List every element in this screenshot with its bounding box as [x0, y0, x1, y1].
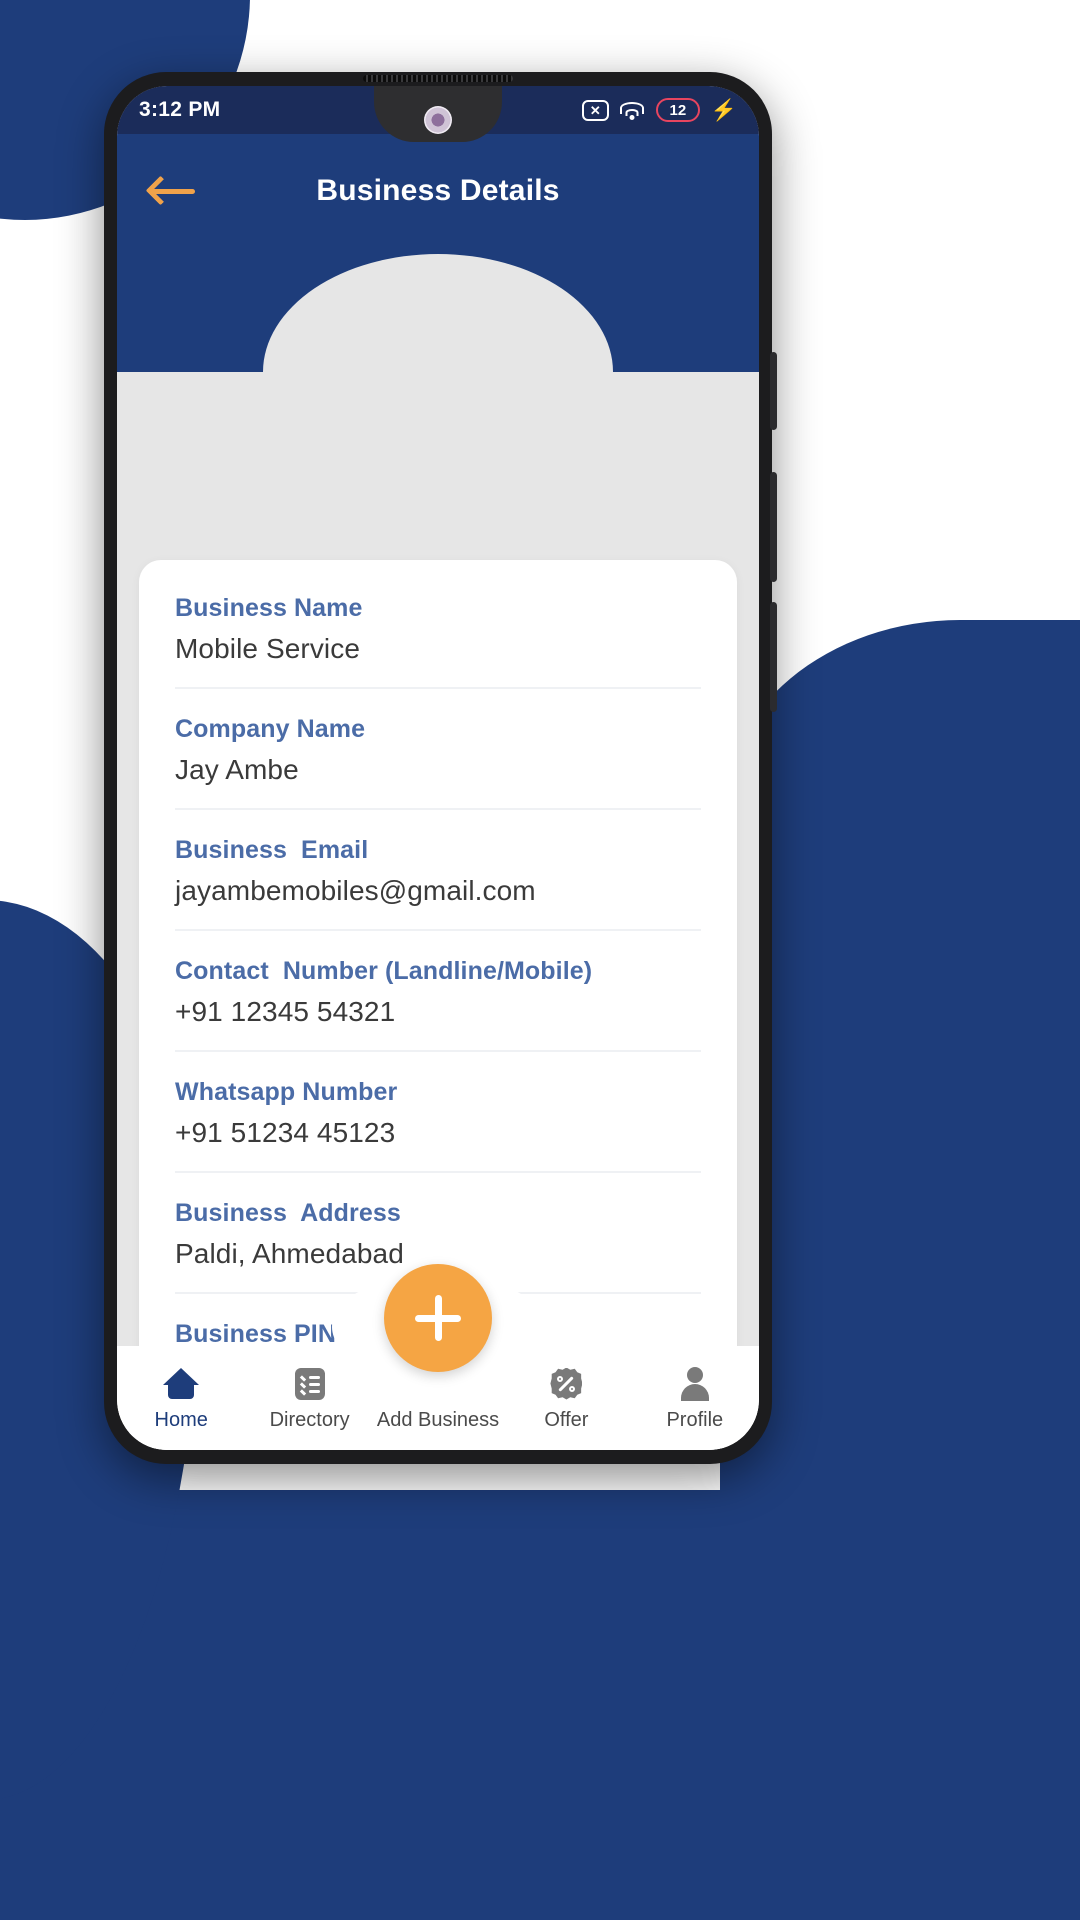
phone-screen: 3:12 PM ✕ 12 ⚡ Business Details Business…: [117, 86, 759, 1450]
field-label: Business Name: [175, 594, 363, 622]
home-icon: [162, 1365, 200, 1403]
battery-indicator: 12: [655, 98, 700, 122]
detail-field-whatsapp-number: Whatsapp Number +91 51234 45123: [175, 1052, 701, 1173]
header-curve-dip: [263, 254, 613, 490]
nav-item-directory[interactable]: Directory: [245, 1365, 373, 1432]
field-value: Jay Ambe: [175, 754, 299, 785]
nav-label: Directory: [269, 1408, 350, 1431]
nav-item-profile[interactable]: Profile: [631, 1365, 759, 1432]
phone-side-button-power: [770, 352, 777, 430]
phone-mockup: 3:12 PM ✕ 12 ⚡ Business Details Business…: [104, 72, 777, 1464]
phone-inner-bezel: 3:12 PM ✕ 12 ⚡ Business Details Business…: [117, 86, 759, 1450]
nav-label: Offer: [544, 1408, 589, 1431]
mute-x-icon: ✕: [581, 99, 609, 121]
header-row: Business Details: [117, 134, 759, 212]
page-title: Business Details: [316, 174, 560, 207]
field-value: +91 12345 54321: [175, 996, 396, 1027]
phone-side-button-volume-up: [770, 472, 777, 582]
add-business-fab-button[interactable]: [384, 1264, 492, 1372]
field-label: Contact Number (Landline/Mobile): [175, 957, 593, 985]
phone-side-button-volume-down: [770, 602, 777, 712]
offer-badge-icon: [547, 1365, 585, 1403]
detail-field-contact-number: Contact Number (Landline/Mobile) +91 123…: [175, 931, 701, 1052]
bottom-navigation: Home Directory Add Business Offer Profil…: [117, 1264, 759, 1450]
app-header: Business Details: [117, 134, 759, 490]
field-value: +91 51234 45123: [175, 1117, 396, 1148]
detail-field-business-email: Business Email jayambemobiles@gmail.com: [175, 810, 701, 931]
nav-label: Add Business: [376, 1408, 500, 1431]
back-arrow-icon[interactable]: [145, 170, 201, 212]
nav-item-add-business[interactable]: Add Business: [374, 1365, 502, 1432]
phone-earpiece-speaker: [363, 75, 513, 82]
field-value: jayambemobiles@gmail.com: [175, 875, 536, 906]
detail-field-company-name: Company Name Jay Ambe: [175, 689, 701, 810]
status-bar-time: 3:12 PM: [139, 98, 221, 121]
wifi-icon: [620, 100, 645, 120]
status-bar-icons: ✕ 12 ⚡: [581, 98, 737, 122]
front-camera-icon: [424, 106, 452, 134]
nav-item-offer[interactable]: Offer: [502, 1365, 630, 1432]
field-label: Business Email: [175, 836, 369, 864]
detail-field-business-name: Business Name Mobile Service: [175, 560, 701, 689]
nav-item-home[interactable]: Home: [117, 1365, 245, 1432]
profile-person-icon: [676, 1365, 714, 1403]
directory-checklist-icon: [291, 1365, 329, 1403]
field-label: Whatsapp Number: [175, 1078, 398, 1106]
field-label: Company Name: [175, 715, 366, 743]
field-label: Business Address: [175, 1199, 401, 1227]
nav-label: Profile: [666, 1408, 724, 1431]
nav-label: Home: [154, 1408, 208, 1431]
phone-notch: [374, 86, 502, 142]
field-value: Mobile Service: [175, 633, 361, 664]
charging-bolt-icon: ⚡: [710, 98, 737, 122]
